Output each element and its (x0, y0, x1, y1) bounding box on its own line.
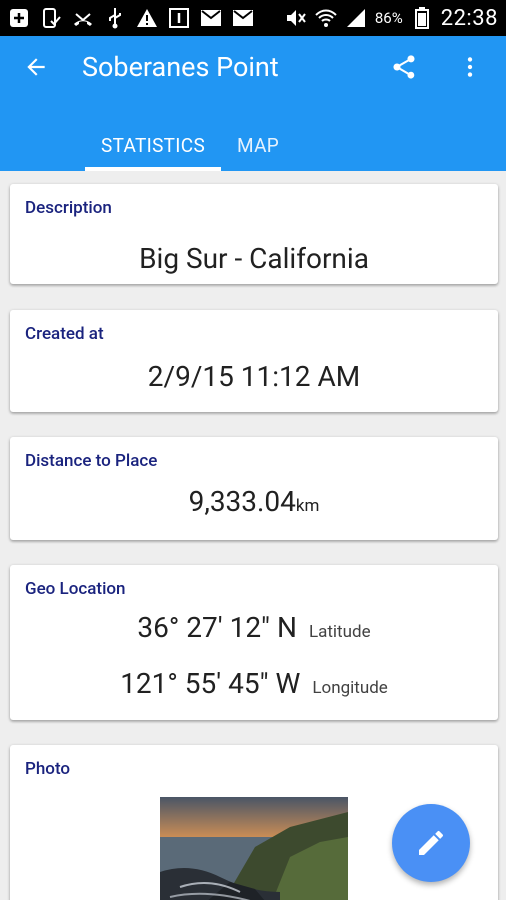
overflow-menu-button[interactable] (450, 47, 490, 87)
distance-label: Distance to Place (25, 451, 158, 471)
created-value: 2/9/15 11:12 AM (147, 360, 361, 393)
tab-bar: STATISTICS MAP (85, 120, 295, 171)
latitude-value: 36° 27' 12" N (137, 611, 297, 644)
latitude-label: Latitude (308, 622, 371, 642)
arrow-left-icon (27, 58, 45, 76)
edit-fab-button[interactable] (392, 804, 470, 882)
battery-percent: 86% (374, 9, 403, 27)
longitude-row: 121° 55' 45" W Longitude (10, 667, 498, 700)
plus-box-icon (8, 7, 30, 29)
mute-icon (285, 7, 307, 29)
usb-icon (104, 7, 126, 29)
distance-unit: km (295, 496, 320, 516)
description-value: Big Sur - California (139, 242, 369, 275)
geo-location-label: Geo Location (25, 579, 126, 599)
wifi-icon (315, 7, 337, 29)
battery-icon (411, 7, 433, 29)
description-card: Description Big Sur - California (10, 184, 498, 284)
gmail-icon-2 (232, 7, 254, 29)
missed-call-icon (72, 7, 94, 29)
one-box-icon (168, 7, 190, 29)
app-bar: Soberanes Point STATISTICS MAP (0, 36, 506, 171)
warning-icon (136, 7, 158, 29)
clock: 22:38 (440, 5, 498, 31)
status-bar: 86% 22:38 (0, 0, 506, 36)
place-photo[interactable] (160, 797, 348, 900)
tab-map[interactable]: MAP (221, 120, 295, 171)
phone-check-icon (40, 7, 62, 29)
signal-icon (345, 7, 367, 29)
tab-statistics[interactable]: STATISTICS (85, 120, 222, 171)
pencil-icon (419, 830, 444, 855)
latitude-row: 36° 27' 12" N Latitude (10, 611, 498, 644)
distance-number: 9,333.04 (188, 485, 296, 518)
created-label: Created at (25, 324, 104, 344)
distance-value: 9,333.04km (10, 485, 498, 518)
share-button[interactable] (384, 47, 424, 87)
longitude-label: Longitude (312, 678, 388, 698)
description-label: Description (25, 198, 112, 218)
photo-label: Photo (25, 759, 71, 779)
created-card: Created at 2/9/15 11:12 AM (10, 310, 498, 412)
back-button[interactable] (16, 47, 56, 87)
share-icon (393, 55, 415, 79)
distance-card: Distance to Place 9,333.04km (10, 437, 498, 540)
geo-location-card: Geo Location 36° 27' 12" N Latitude 121°… (10, 565, 498, 720)
longitude-value: 121° 55' 45" W (120, 667, 301, 700)
page-title: Soberanes Point (82, 51, 279, 83)
more-vert-icon (467, 57, 473, 77)
gmail-icon (200, 7, 222, 29)
